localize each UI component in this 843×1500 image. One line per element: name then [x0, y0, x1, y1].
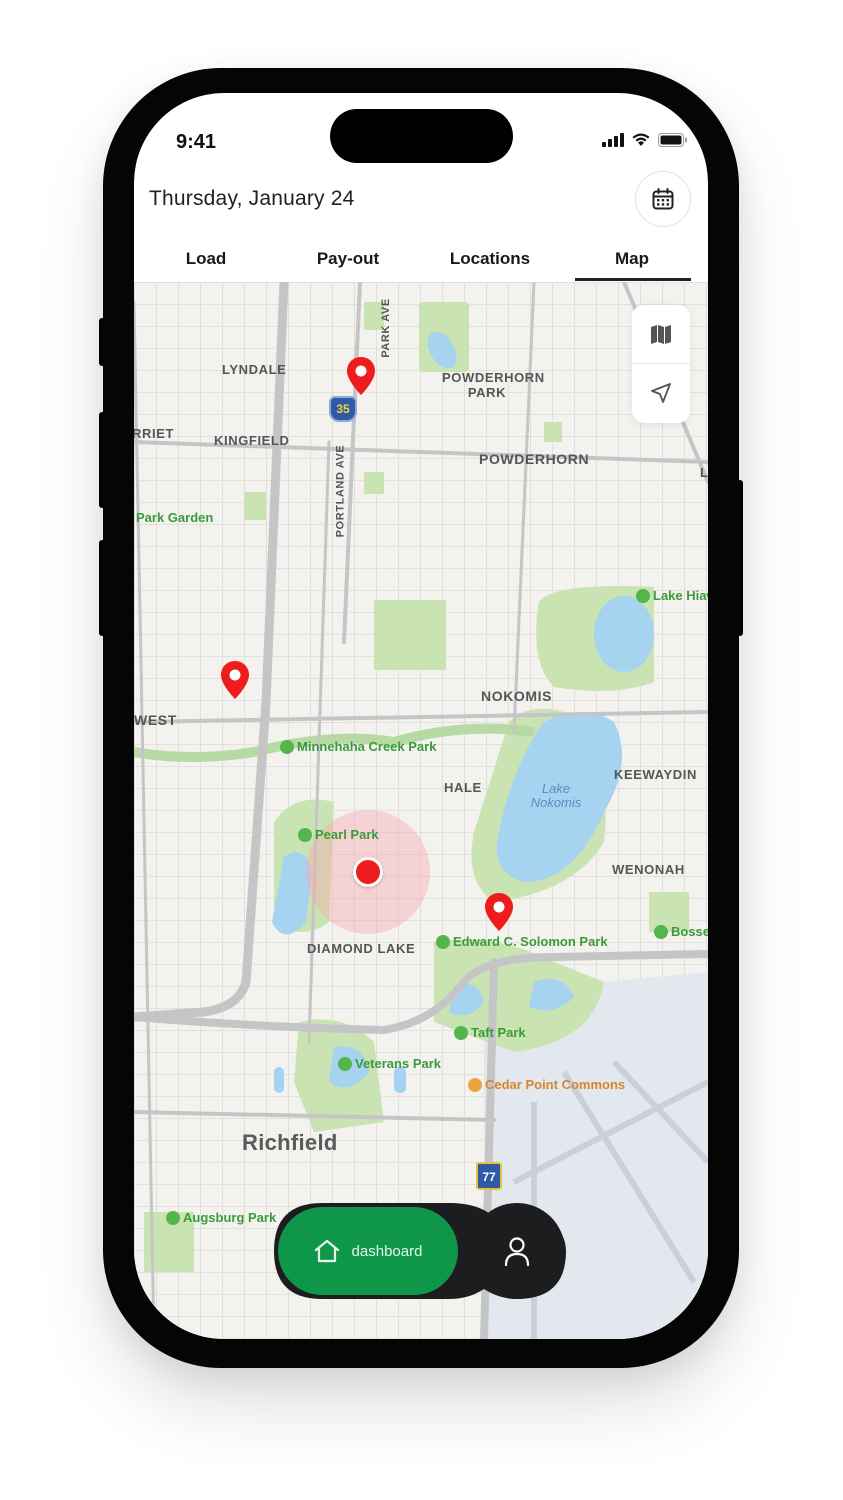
park-icon [436, 934, 450, 949]
park-label-bossen-field: Bossen Field [654, 925, 708, 940]
park-icon [280, 739, 294, 754]
map-label-l: L [700, 465, 708, 480]
map-label-nokomis: NOKOMIS [481, 688, 553, 704]
location-arrow-icon [651, 383, 671, 403]
tab-locations[interactable]: Locations [430, 249, 550, 269]
calendar-icon [652, 188, 674, 210]
park-label-taft-park: Taft Park [454, 1026, 526, 1041]
map-label-powderhorn: POWDERHORN [479, 451, 590, 467]
map-pin[interactable] [220, 660, 250, 700]
map-label-west: WEST [134, 712, 177, 728]
locate-me-button[interactable] [632, 364, 690, 422]
map-label-kingfield: KINGFIELD [214, 433, 290, 448]
park-icon [454, 1025, 468, 1040]
park-icon [298, 827, 312, 842]
tab-map[interactable]: Map [572, 249, 692, 269]
tab-bar: Load Pay-out Locations Map [134, 241, 708, 283]
user-icon [504, 1237, 530, 1266]
header-date: Thursday, January 24 [149, 187, 355, 210]
dashboard-label: dashboard [351, 1242, 423, 1260]
wifi-icon [632, 133, 650, 146]
bottom-nav: dashboard [274, 1203, 566, 1299]
status-icons [602, 133, 688, 147]
shopping-icon [468, 1077, 482, 1092]
park-label-veterans-park: Veterans Park [338, 1057, 441, 1072]
park-label-minnehaha-creek: Minnehaha Creek Park [280, 740, 436, 755]
profile-button[interactable] [469, 1203, 565, 1299]
park-label-solomon-park: Edward C. Solomon Park [436, 935, 608, 950]
map-label-rriet: RRIET [134, 426, 174, 441]
street-label-portland-ave: PORTLAND AVE [334, 444, 347, 538]
map-icon [651, 325, 671, 344]
calendar-button[interactable] [635, 171, 691, 227]
map-pin[interactable] [346, 356, 376, 396]
current-location-dot [353, 857, 383, 887]
map-controls [632, 305, 690, 423]
park-label-augsburg-park: Augsburg Park [166, 1211, 276, 1226]
water-label-lake-nokomis: Lake Nokomis [530, 781, 582, 810]
dashboard-button[interactable]: dashboard [278, 1207, 458, 1295]
highway-shield-77: 77 [476, 1162, 502, 1190]
tab-pay-out[interactable]: Pay-out [288, 249, 408, 269]
map-view[interactable]: LYNDALE KINGFIELD RRIET POWDERHORN PARK … [134, 282, 708, 1339]
map-pin[interactable] [484, 892, 514, 932]
battery-icon [658, 133, 687, 147]
poi-label-cedar-point: Cedar Point Commons [468, 1078, 625, 1093]
park-icon [636, 588, 650, 603]
city-label-richfield: Richfield [242, 1130, 338, 1155]
park-icon [338, 1056, 352, 1071]
street-label-park-ave: PARK AVE [379, 298, 392, 358]
map-label-powderhorn-park: POWDERHORN PARK [442, 370, 545, 400]
park-label-park-garden: Park Garden [136, 510, 214, 525]
signal-icon [602, 133, 624, 147]
map-label-diamond-lake: DIAMOND LAKE [307, 941, 416, 956]
park-icon [166, 1210, 180, 1225]
map-type-button[interactable] [632, 305, 690, 363]
map-label-hale: HALE [444, 780, 482, 795]
map-label-wenonah: WENONAH [612, 862, 685, 877]
home-icon [314, 1239, 339, 1263]
map-label-keewaydin: KEEWAYDIN [614, 767, 697, 782]
park-label-lake-hiawatha: Lake Hiawatha Park [636, 589, 708, 604]
park-label-pearl-park: Pearl Park [298, 828, 379, 843]
dynamic-island [330, 109, 513, 163]
map-label-lyndale: LYNDALE [222, 362, 287, 377]
tab-load[interactable]: Load [146, 249, 266, 269]
active-tab-indicator [575, 278, 691, 281]
park-icon [654, 924, 668, 939]
screen: 9:41 Thursday, January 24 Load Pay-out L… [134, 93, 708, 1339]
status-time: 9:41 [176, 131, 217, 153]
highway-shield-35: 35 [329, 396, 357, 422]
